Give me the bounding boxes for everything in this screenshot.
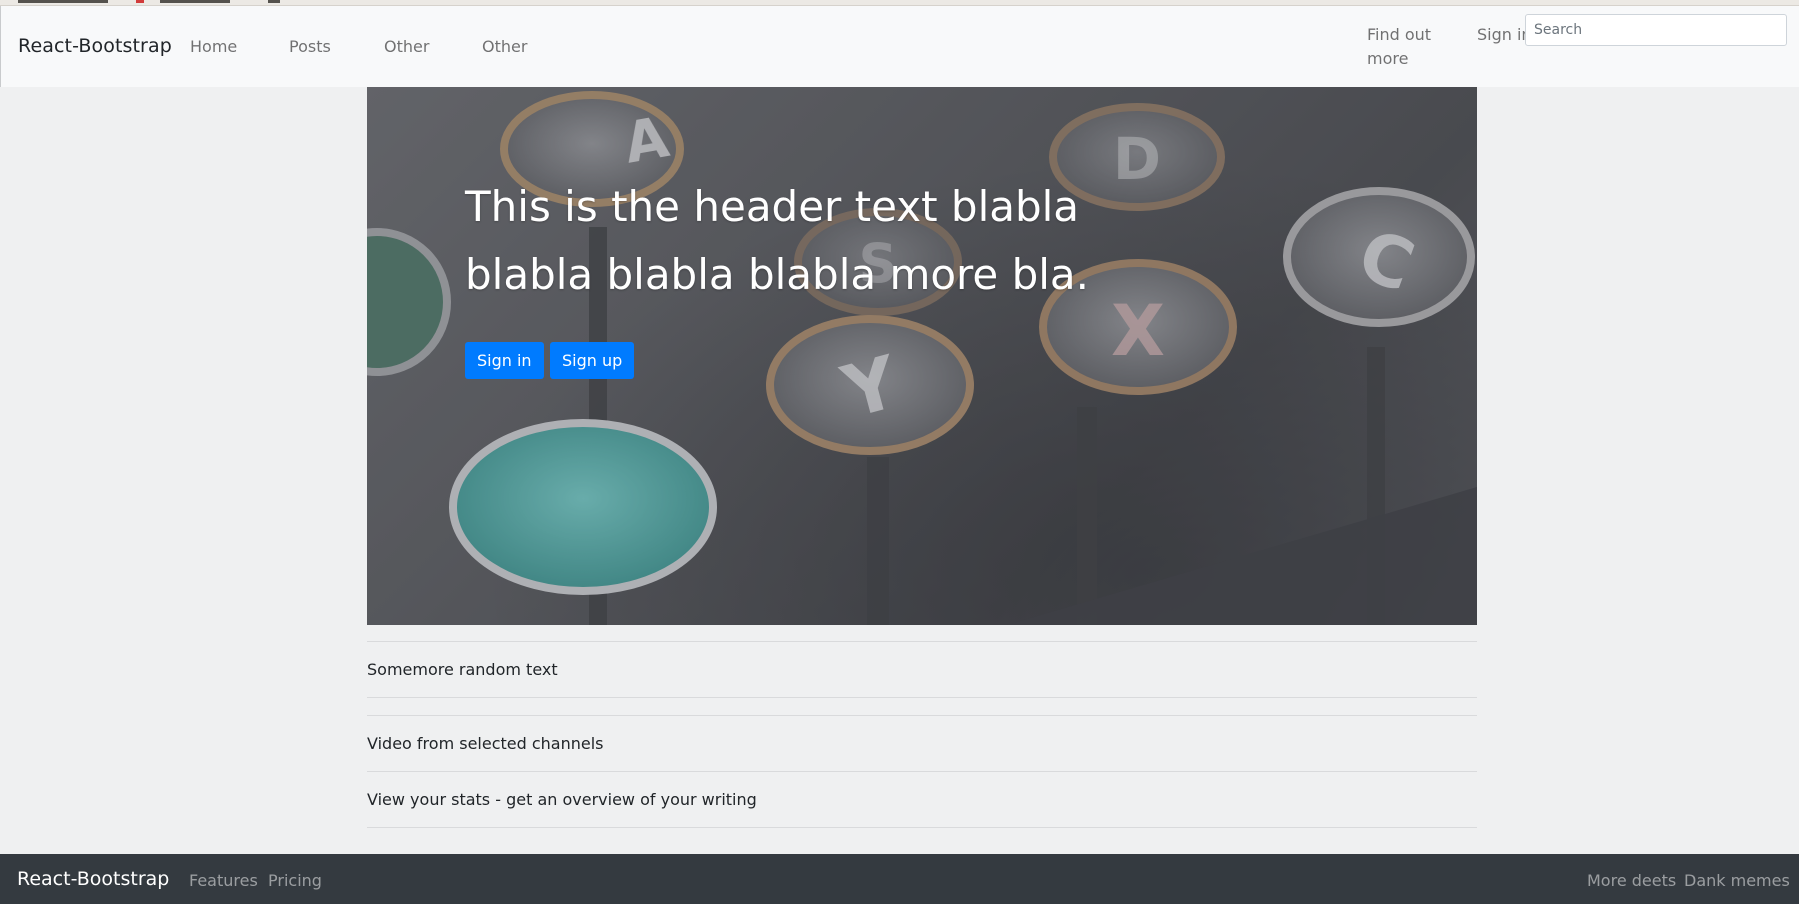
nav-link-home[interactable]: Home: [190, 37, 237, 56]
footer-link-pricing[interactable]: Pricing: [268, 871, 322, 890]
nav-link-other-1[interactable]: Other: [384, 37, 429, 56]
nav-link-other-2[interactable]: Other: [482, 37, 527, 56]
hero-title: This is the header text blabla blabla bl…: [465, 182, 1090, 299]
footer-link-dank-memes[interactable]: Dank memes: [1684, 871, 1790, 890]
footer-link-features[interactable]: Features: [189, 871, 258, 890]
hero-sign-up-button[interactable]: Sign up: [550, 342, 635, 379]
content-lists: Somemore random text Video from selected…: [367, 641, 1477, 828]
hero-sign-in-button[interactable]: Sign in: [465, 342, 544, 379]
find-out-more-link[interactable]: Find out more: [1367, 23, 1431, 71]
find-out-more-line2: more: [1367, 49, 1409, 68]
list-group-2: Video from selected channels View your s…: [367, 715, 1477, 828]
find-out-more-line1: Find out: [1367, 25, 1432, 44]
list-item: Somemore random text: [367, 641, 1477, 698]
top-navbar: React-Bootstrap Home Posts Other Other F…: [0, 6, 1799, 87]
nav-link-posts[interactable]: Posts: [289, 37, 331, 56]
nav-sign-in-link[interactable]: Sign in: [1477, 23, 1532, 47]
list-item: Video from selected channels: [367, 715, 1477, 772]
navbar-brand[interactable]: React-Bootstrap: [18, 35, 172, 57]
hero-jumbotron: A D S C X Y This is the header text blab…: [367, 87, 1477, 625]
footer-link-more-deets[interactable]: More deets: [1587, 871, 1676, 890]
search-input[interactable]: [1525, 14, 1787, 46]
list-item: View your stats - get an overview of you…: [367, 771, 1477, 828]
footer-brand[interactable]: React-Bootstrap: [17, 868, 169, 890]
list-group-1: Somemore random text: [367, 641, 1477, 698]
app-page: React-Bootstrap Home Posts Other Other F…: [0, 0, 1799, 904]
bottom-navbar: React-Bootstrap Features Pricing More de…: [0, 854, 1799, 904]
